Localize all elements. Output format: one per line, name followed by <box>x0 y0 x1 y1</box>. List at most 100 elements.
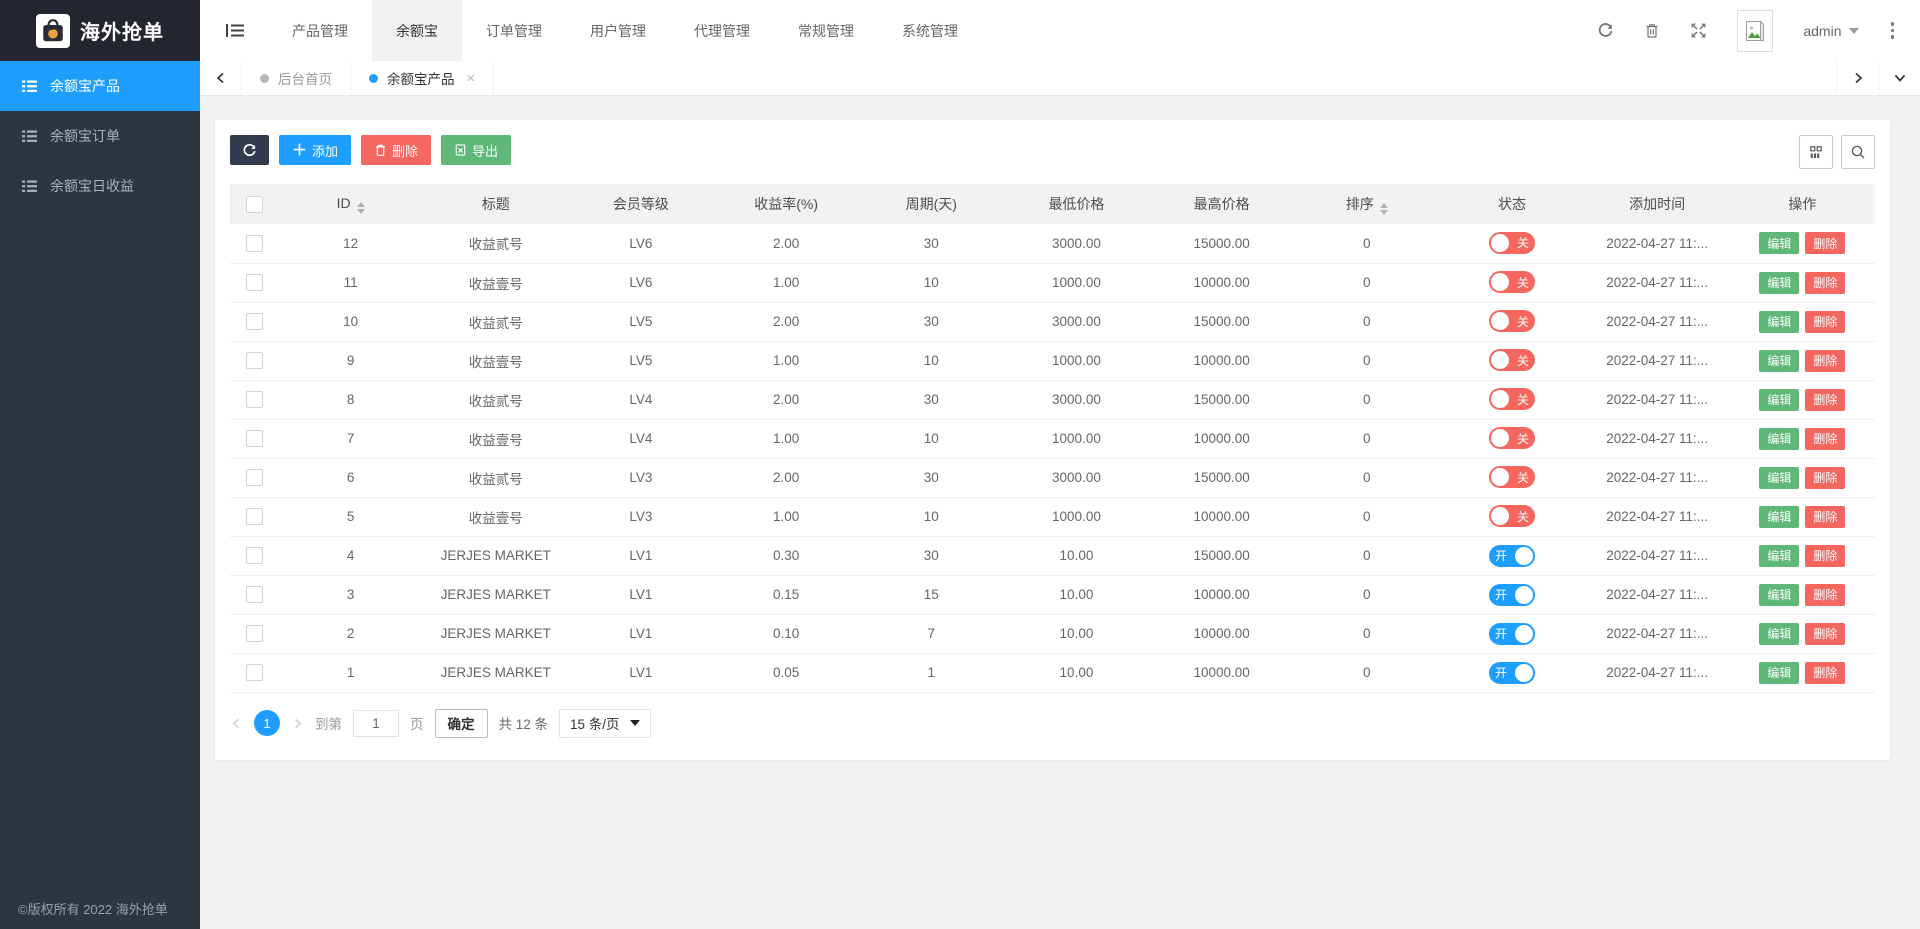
sidebar-item[interactable]: 余额宝产品 <box>0 61 200 111</box>
status-toggle[interactable]: 关 <box>1488 388 1535 410</box>
status-toggle[interactable]: 关 <box>1488 427 1535 449</box>
next-page-icon[interactable] <box>291 717 304 730</box>
row-checkbox[interactable] <box>245 234 263 252</box>
status-toggle[interactable]: 关 <box>1488 466 1535 488</box>
refresh-table-button[interactable] <box>230 135 269 165</box>
delete-button[interactable]: 删除 <box>1805 427 1846 450</box>
search-icon[interactable] <box>1841 135 1875 169</box>
delete-button[interactable]: 删除 <box>1805 388 1846 411</box>
delete-selected-button[interactable]: 删除 <box>361 135 432 165</box>
user-menu[interactable]: admin <box>1803 23 1859 39</box>
delete-button[interactable]: 删除 <box>1805 310 1846 333</box>
column-label: 添加时间 <box>1629 196 1686 212</box>
tab-bar: 后台首页 余额宝产品 × <box>200 61 1920 96</box>
cell-rate: 2.00 <box>713 380 859 420</box>
edit-button[interactable]: 编辑 <box>1759 505 1800 528</box>
nav-item[interactable]: 系统管理 <box>878 0 982 61</box>
user-avatar[interactable] <box>1737 9 1774 52</box>
nav-item[interactable]: 产品管理 <box>268 0 372 61</box>
cell-actions: 编辑 删除 <box>1729 224 1875 264</box>
edit-button[interactable]: 编辑 <box>1759 349 1800 372</box>
column-header[interactable]: 排序 <box>1294 184 1440 224</box>
tabs-menu-icon[interactable] <box>1878 61 1920 95</box>
cell-min_price: 1000.00 <box>1003 419 1150 459</box>
sort-icon[interactable] <box>356 201 365 214</box>
delete-button[interactable]: 删除 <box>1805 661 1846 684</box>
row-checkbox[interactable] <box>245 508 263 525</box>
top-header: 海外抢单 产品管理 余额宝 订单管理 用户管理 代理管理 常规管理 系统管理 a… <box>0 0 1920 61</box>
status-toggle[interactable]: 关 <box>1488 271 1535 293</box>
status-toggle[interactable]: 开 <box>1488 622 1535 645</box>
tab[interactable]: 余额宝产品 × <box>351 61 495 95</box>
app-logo[interactable]: 海外抢单 <box>0 0 200 61</box>
edit-button[interactable]: 编辑 <box>1759 310 1800 333</box>
edit-button[interactable]: 编辑 <box>1759 232 1800 255</box>
status-toggle[interactable]: 关 <box>1488 310 1535 332</box>
status-toggle[interactable]: 开 <box>1488 583 1535 606</box>
edit-button[interactable]: 编辑 <box>1759 661 1800 684</box>
filter-columns-icon[interactable] <box>1799 135 1833 169</box>
row-checkbox[interactable] <box>245 313 263 330</box>
edit-button[interactable]: 编辑 <box>1759 583 1800 606</box>
delete-button[interactable]: 删除 <box>1805 505 1846 528</box>
delete-button[interactable]: 删除 <box>1805 622 1846 645</box>
goto-confirm-button[interactable]: 确定 <box>434 708 488 738</box>
add-button[interactable]: ＋ 添加 <box>279 135 352 165</box>
status-toggle[interactable]: 开 <box>1488 661 1535 684</box>
nav-item[interactable]: 订单管理 <box>462 0 566 61</box>
nav-item[interactable]: 余额宝 <box>372 0 462 61</box>
row-checkbox[interactable] <box>245 352 263 369</box>
page-number[interactable]: 1 <box>254 710 280 736</box>
tabs-scroll-left-icon[interactable] <box>200 61 242 95</box>
sidebar-item[interactable]: 余额宝日收益 <box>0 161 200 211</box>
delete-button[interactable]: 删除 <box>1805 232 1846 255</box>
status-toggle[interactable]: 开 <box>1488 544 1535 567</box>
more-vert-icon[interactable] <box>1889 18 1897 43</box>
row-checkbox[interactable] <box>245 391 263 408</box>
delete-button[interactable]: 删除 <box>1805 544 1846 567</box>
row-checkbox[interactable] <box>245 469 263 486</box>
edit-button[interactable]: 编辑 <box>1759 271 1800 294</box>
row-checkbox[interactable] <box>245 586 263 603</box>
menu-collapse-icon[interactable] <box>200 0 268 61</box>
delete-button[interactable]: 删除 <box>1805 271 1846 294</box>
cell-time: 2022-04-27 11:... <box>1584 653 1730 693</box>
row-checkbox[interactable] <box>245 625 263 642</box>
row-checkbox[interactable] <box>245 547 263 564</box>
cell-cycle: 10 <box>858 419 1004 459</box>
edit-button[interactable]: 编辑 <box>1759 466 1800 489</box>
sidebar-item[interactable]: 余额宝订单 <box>0 111 200 161</box>
delete-button[interactable]: 删除 <box>1805 466 1846 489</box>
refresh-icon[interactable] <box>1597 22 1614 39</box>
edit-button[interactable]: 编辑 <box>1759 544 1800 567</box>
trash-icon[interactable] <box>1644 22 1660 39</box>
tab[interactable]: 后台首页 <box>242 61 351 95</box>
edit-button[interactable]: 编辑 <box>1759 622 1800 645</box>
nav-item[interactable]: 代理管理 <box>670 0 774 61</box>
delete-button[interactable]: 删除 <box>1805 583 1846 606</box>
fullscreen-icon[interactable] <box>1690 22 1707 39</box>
prev-page-icon[interactable] <box>230 717 243 730</box>
nav-item[interactable]: 用户管理 <box>566 0 670 61</box>
goto-page-input[interactable] <box>353 709 399 737</box>
per-page-select[interactable]: 15 条/页 <box>559 708 651 738</box>
delete-button[interactable]: 删除 <box>1805 349 1846 372</box>
status-toggle[interactable]: 关 <box>1488 231 1535 254</box>
nav-item[interactable]: 常规管理 <box>774 0 878 61</box>
close-icon[interactable]: × <box>467 70 476 87</box>
export-button[interactable]: 导出 <box>441 135 512 165</box>
edit-button[interactable]: 编辑 <box>1759 388 1800 411</box>
row-checkbox[interactable] <box>245 664 263 681</box>
edit-button[interactable]: 编辑 <box>1759 427 1800 450</box>
table-tools <box>1799 135 1875 169</box>
tabs-scroll-right-icon[interactable] <box>1836 61 1878 95</box>
status-toggle[interactable]: 关 <box>1488 505 1535 527</box>
column-header[interactable]: ID <box>278 184 424 224</box>
cell-level: LV4 <box>568 419 714 459</box>
status-toggle[interactable]: 关 <box>1488 349 1535 371</box>
row-checkbox[interactable] <box>245 274 263 291</box>
row-checkbox[interactable] <box>245 430 263 447</box>
cell-level: LV5 <box>568 341 714 381</box>
select-all-checkbox[interactable] <box>245 195 263 213</box>
sort-icon[interactable] <box>1379 202 1388 215</box>
